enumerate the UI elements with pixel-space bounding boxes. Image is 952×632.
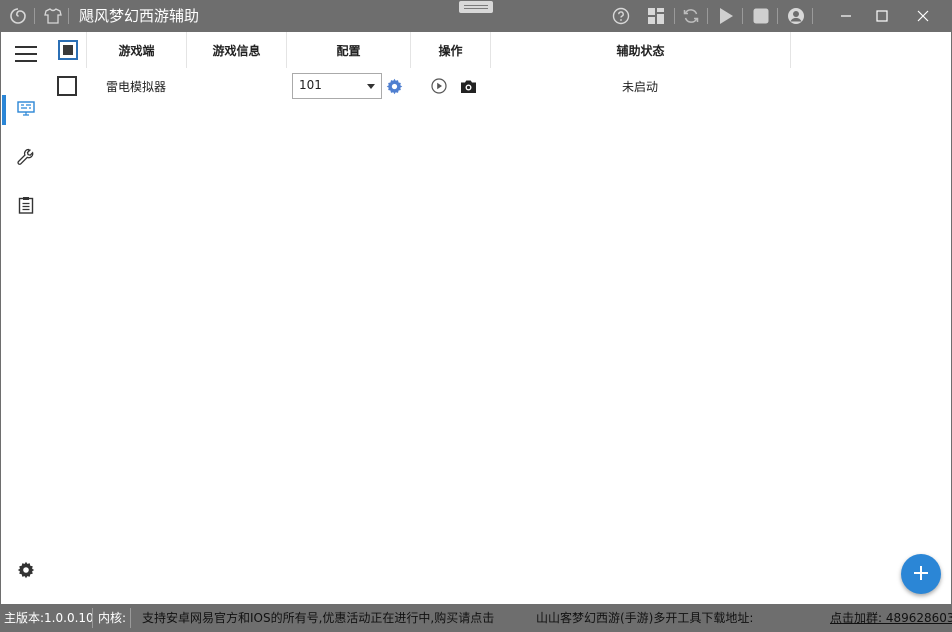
shirt-icon[interactable]	[43, 6, 63, 26]
close-icon[interactable]	[913, 6, 933, 26]
column-header-status[interactable]: 辅助状态	[491, 32, 791, 68]
column-header-client[interactable]: 游戏端	[87, 32, 187, 68]
promo-text[interactable]: 支持安卓网易官方和IOS的所有号,优惠活动正在进行中,购买请点击	[142, 610, 494, 626]
window-title: 飓风梦幻西游辅助	[79, 7, 200, 25]
play-circle-icon[interactable]	[431, 78, 447, 94]
sidebar-item-menu[interactable]	[1, 40, 51, 70]
user-icon[interactable]	[786, 6, 806, 26]
title-bar[interactable]: 飓风梦幻西游辅助	[0, 0, 952, 32]
minimize-icon[interactable]	[836, 6, 856, 26]
config-select-value: 101	[299, 78, 322, 92]
layout-icon[interactable]	[646, 6, 666, 26]
chevron-down-icon	[367, 84, 375, 89]
column-header-config[interactable]: 配置	[287, 32, 411, 68]
clipboard-icon	[18, 196, 34, 217]
sidebar-item-logs[interactable]	[1, 191, 51, 221]
add-button[interactable]	[901, 554, 941, 594]
sidebar	[0, 32, 50, 604]
menu-icon	[14, 45, 38, 66]
config-settings-icon[interactable]	[385, 77, 403, 95]
settings-icon	[17, 561, 35, 582]
active-indicator	[2, 95, 6, 125]
table-row[interactable]: 雷电模拟器 101 未启动	[50, 70, 950, 104]
play-icon[interactable]	[716, 6, 736, 26]
config-select[interactable]: 101	[292, 73, 382, 99]
version-label: 主版本:1.0.0.10	[4, 611, 94, 625]
spiral-logo-icon	[8, 6, 28, 26]
sidebar-item-settings[interactable]	[1, 556, 51, 586]
download-text[interactable]: 山山客梦幻西游(手游)多开工具下载地址:	[536, 610, 753, 626]
join-group-link[interactable]: 点击加群: 489628603	[830, 610, 952, 626]
plus-icon	[913, 565, 929, 584]
monitor-icon	[17, 100, 35, 120]
wrench-icon	[17, 148, 35, 169]
client-name: 雷电模拟器	[106, 80, 167, 94]
refresh-icon[interactable]	[681, 6, 701, 26]
stop-icon[interactable]	[751, 6, 771, 26]
help-icon[interactable]	[611, 6, 631, 26]
column-header-info[interactable]: 游戏信息	[187, 32, 287, 68]
header-select-cell	[50, 32, 87, 68]
drag-handle[interactable]	[459, 1, 493, 13]
sidebar-item-monitor[interactable]	[1, 95, 51, 125]
table-header: 游戏端 游戏信息 配置 操作 辅助状态	[50, 32, 950, 68]
status-bar: 主版本:1.0.0.10 内核: 支持安卓网易官方和IOS的所有号,优惠活动正在…	[0, 604, 952, 632]
select-all-checkbox[interactable]	[58, 40, 78, 60]
column-header-actions[interactable]: 操作	[411, 32, 491, 68]
status-text: 未启动	[622, 80, 659, 94]
kernel-label: 内核:	[98, 611, 127, 625]
camera-icon[interactable]	[459, 78, 477, 94]
sidebar-item-tools[interactable]	[1, 143, 51, 173]
row-select-checkbox[interactable]	[57, 76, 77, 96]
maximize-icon[interactable]	[872, 6, 892, 26]
